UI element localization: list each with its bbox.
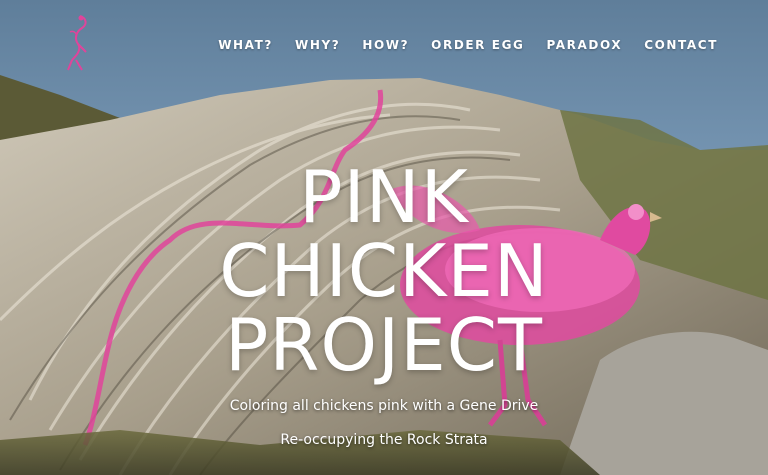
main-nav: WHAT? WHY? HOW? ORDER EGG PARADOX CONTAC… xyxy=(218,38,718,52)
nav-item-why[interactable]: WHY? xyxy=(295,38,340,52)
nav-item-how[interactable]: HOW? xyxy=(362,38,409,52)
nav-item-order-egg[interactable]: ORDER EGG xyxy=(431,38,524,52)
nav-item-what[interactable]: WHAT? xyxy=(218,38,273,52)
nav-item-paradox[interactable]: PARADOX xyxy=(547,38,623,52)
page-title: PINK CHICKEN PROJECT xyxy=(0,160,768,382)
hero-subtitle: Coloring all chickens pink with a Gene D… xyxy=(229,398,539,414)
logo-icon[interactable] xyxy=(62,12,98,74)
hero-section: WHAT? WHY? HOW? ORDER EGG PARADOX CONTAC… xyxy=(0,0,768,475)
title-line-3: PROJECT xyxy=(224,303,544,387)
title-line-1: PINK xyxy=(299,155,469,239)
title-line-2: CHICKEN xyxy=(219,229,549,313)
nav-item-contact[interactable]: CONTACT xyxy=(644,38,718,52)
hero-tagline: Re-occupying the Rock Strata xyxy=(280,432,488,448)
